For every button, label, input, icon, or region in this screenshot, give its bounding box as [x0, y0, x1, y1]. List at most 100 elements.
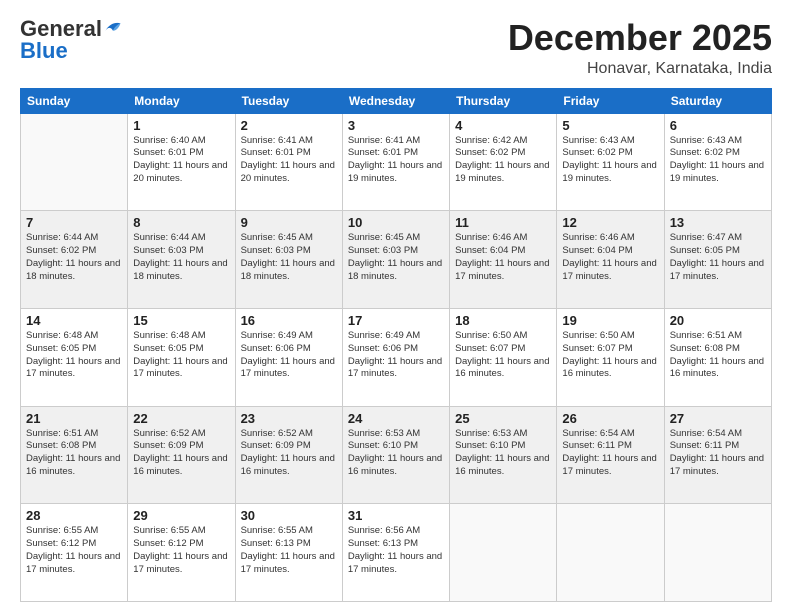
cell-info: Sunrise: 6:46 AMSunset: 6:04 PMDaylight:… [455, 232, 551, 283]
calendar-cell [557, 504, 664, 602]
calendar-cell: 9Sunrise: 6:45 AMSunset: 6:03 PMDaylight… [235, 211, 342, 309]
cell-info: Sunrise: 6:41 AMSunset: 6:01 PMDaylight:… [348, 135, 444, 186]
logo: General Blue [20, 18, 122, 62]
cell-info: Sunrise: 6:55 AMSunset: 6:12 PMDaylight:… [133, 525, 229, 576]
calendar-cell: 7 Sunrise: 6:44 AMSunset: 6:02 PMDaylight… [21, 211, 128, 309]
calendar-cell: 14 Sunrise: 6:48 AMSunset: 6:05 PMDayligh… [21, 308, 128, 406]
day-number: 17 [348, 313, 444, 328]
day-header-thursday: Thursday [450, 88, 557, 113]
day-number: 18 [455, 313, 551, 328]
day-header-saturday: Saturday [664, 88, 771, 113]
day-header-sunday: Sunday [21, 88, 128, 113]
day-number: 16 [241, 313, 337, 328]
cell-info: Sunrise: 6:50 AMSunset: 6:07 PMDaylight:… [562, 330, 658, 381]
cell-info: Sunrise: 6:46 AMSunset: 6:04 PMDaylight:… [562, 232, 658, 283]
day-number: 14 [26, 313, 122, 328]
cell-info: Sunrise: 6:44 AMSunset: 6:02 PMDaylight:… [26, 232, 122, 283]
cell-info: Sunrise: 6:44 AMSunset: 6:03 PMDaylight:… [133, 232, 229, 283]
cell-info: Sunrise: 6:41 AMSunset: 6:01 PMDaylight:… [241, 135, 337, 186]
day-number: 8 [133, 215, 229, 230]
day-number: 5 [562, 118, 658, 133]
logo-blue-text: Blue [20, 40, 68, 62]
cell-info: Sunrise: 6:53 AMSunset: 6:10 PMDaylight:… [455, 428, 551, 479]
day-header-wednesday: Wednesday [342, 88, 449, 113]
calendar-cell: 15 Sunrise: 6:48 AMSunset: 6:05 PMDayligh… [128, 308, 235, 406]
calendar-cell: 24 Sunrise: 6:53 AMSunset: 6:10 PMDayligh… [342, 406, 449, 504]
calendar-cell: 30Sunrise: 6:55 AMSunset: 6:13 PMDayligh… [235, 504, 342, 602]
day-number: 13 [670, 215, 766, 230]
calendar-cell: 31 Sunrise: 6:56 AMSunset: 6:13 PMDayligh… [342, 504, 449, 602]
day-number: 1 [133, 118, 229, 133]
calendar-cell: 6 Sunrise: 6:43 AMSunset: 6:02 PMDaylight… [664, 113, 771, 211]
day-number: 27 [670, 411, 766, 426]
calendar-cell: 26 Sunrise: 6:54 AMSunset: 6:11 PMDayligh… [557, 406, 664, 504]
calendar-table: SundayMondayTuesdayWednesdayThursdayFrid… [20, 88, 772, 602]
cell-info: Sunrise: 6:53 AMSunset: 6:10 PMDaylight:… [348, 428, 444, 479]
calendar-cell: 20Sunrise: 6:51 AMSunset: 6:08 PMDayligh… [664, 308, 771, 406]
day-number: 7 [26, 215, 122, 230]
cell-info: Sunrise: 6:52 AMSunset: 6:09 PMDaylight:… [241, 428, 337, 479]
day-number: 20 [670, 313, 766, 328]
cell-info: Sunrise: 6:49 AMSunset: 6:06 PMDaylight:… [241, 330, 337, 381]
cell-info: Sunrise: 6:40 AMSunset: 6:01 PMDaylight:… [133, 135, 229, 186]
cell-info: Sunrise: 6:42 AMSunset: 6:02 PMDaylight:… [455, 135, 551, 186]
day-number: 25 [455, 411, 551, 426]
day-number: 2 [241, 118, 337, 133]
day-number: 26 [562, 411, 658, 426]
week-row-5: 28Sunrise: 6:55 AMSunset: 6:12 PMDayligh… [21, 504, 772, 602]
day-header-tuesday: Tuesday [235, 88, 342, 113]
calendar-cell: 18 Sunrise: 6:50 AMSunset: 6:07 PMDayligh… [450, 308, 557, 406]
calendar-cell: 10 Sunrise: 6:45 AMSunset: 6:03 PMDayligh… [342, 211, 449, 309]
day-number: 10 [348, 215, 444, 230]
calendar-cell: 19 Sunrise: 6:50 AMSunset: 6:07 PMDayligh… [557, 308, 664, 406]
cell-info: Sunrise: 6:56 AMSunset: 6:13 PMDaylight:… [348, 525, 444, 576]
day-number: 19 [562, 313, 658, 328]
calendar-cell: 3 Sunrise: 6:41 AMSunset: 6:01 PMDaylight… [342, 113, 449, 211]
calendar-cell: 22 Sunrise: 6:52 AMSunset: 6:09 PMDayligh… [128, 406, 235, 504]
calendar-cell: 11 Sunrise: 6:46 AMSunset: 6:04 PMDayligh… [450, 211, 557, 309]
day-number: 31 [348, 508, 444, 523]
day-number: 6 [670, 118, 766, 133]
calendar-cell: 27 Sunrise: 6:54 AMSunset: 6:11 PMDayligh… [664, 406, 771, 504]
calendar-cell: 12Sunrise: 6:46 AMSunset: 6:04 PMDayligh… [557, 211, 664, 309]
header: General Blue December 2025 Honavar, Karn… [20, 18, 772, 78]
calendar-cell [664, 504, 771, 602]
location: Honavar, Karnataka, India [508, 60, 772, 78]
cell-info: Sunrise: 6:55 AMSunset: 6:12 PMDaylight:… [26, 525, 122, 576]
calendar-cell: 2 Sunrise: 6:41 AMSunset: 6:01 PMDaylight… [235, 113, 342, 211]
day-header-friday: Friday [557, 88, 664, 113]
day-number: 30 [241, 508, 337, 523]
calendar-cell [21, 113, 128, 211]
day-number: 15 [133, 313, 229, 328]
week-row-4: 21Sunrise: 6:51 AMSunset: 6:08 PMDayligh… [21, 406, 772, 504]
calendar-cell: 8 Sunrise: 6:44 AMSunset: 6:03 PMDaylight… [128, 211, 235, 309]
day-number: 4 [455, 118, 551, 133]
cell-info: Sunrise: 6:45 AMSunset: 6:03 PMDaylight:… [348, 232, 444, 283]
calendar-cell: 17 Sunrise: 6:49 AMSunset: 6:06 PMDayligh… [342, 308, 449, 406]
page: General Blue December 2025 Honavar, Karn… [0, 0, 792, 612]
calendar-header-row: SundayMondayTuesdayWednesdayThursdayFrid… [21, 88, 772, 113]
calendar-cell: 28Sunrise: 6:55 AMSunset: 6:12 PMDayligh… [21, 504, 128, 602]
logo-general-text: General [20, 18, 102, 40]
cell-info: Sunrise: 6:51 AMSunset: 6:08 PMDaylight:… [26, 428, 122, 479]
day-number: 23 [241, 411, 337, 426]
cell-info: Sunrise: 6:43 AMSunset: 6:02 PMDaylight:… [670, 135, 766, 186]
day-number: 9 [241, 215, 337, 230]
cell-info: Sunrise: 6:48 AMSunset: 6:05 PMDaylight:… [26, 330, 122, 381]
cell-info: Sunrise: 6:48 AMSunset: 6:05 PMDaylight:… [133, 330, 229, 381]
cell-info: Sunrise: 6:49 AMSunset: 6:06 PMDaylight:… [348, 330, 444, 381]
calendar-cell: 23 Sunrise: 6:52 AMSunset: 6:09 PMDayligh… [235, 406, 342, 504]
cell-info: Sunrise: 6:50 AMSunset: 6:07 PMDaylight:… [455, 330, 551, 381]
day-number: 22 [133, 411, 229, 426]
calendar-cell: 25 Sunrise: 6:53 AMSunset: 6:10 PMDayligh… [450, 406, 557, 504]
day-number: 24 [348, 411, 444, 426]
cell-info: Sunrise: 6:54 AMSunset: 6:11 PMDaylight:… [670, 428, 766, 479]
calendar-cell: 21Sunrise: 6:51 AMSunset: 6:08 PMDayligh… [21, 406, 128, 504]
month-title: December 2025 [508, 18, 772, 58]
week-row-1: 1 Sunrise: 6:40 AMSunset: 6:01 PMDaylight… [21, 113, 772, 211]
day-number: 3 [348, 118, 444, 133]
day-number: 11 [455, 215, 551, 230]
logo-bird-icon [104, 18, 122, 36]
cell-info: Sunrise: 6:54 AMSunset: 6:11 PMDaylight:… [562, 428, 658, 479]
cell-info: Sunrise: 6:52 AMSunset: 6:09 PMDaylight:… [133, 428, 229, 479]
